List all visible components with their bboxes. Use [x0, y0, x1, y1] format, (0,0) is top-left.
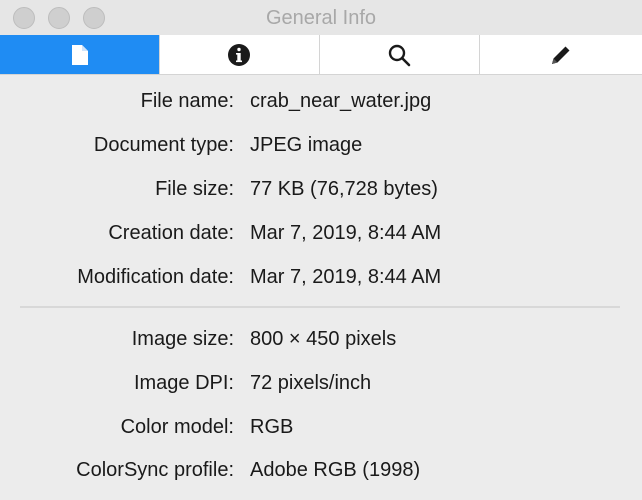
field-value: crab_near_water.jpg — [250, 90, 432, 112]
field-label: Image size: — [131, 328, 234, 350]
general-info-window: General Info File name: crab_near_water.… — [0, 0, 642, 500]
title-bar: General Info — [0, 0, 642, 35]
field-label: File name: — [140, 90, 234, 112]
field-value: RGB — [250, 416, 294, 438]
field-value: 77 KB (76,728 bytes) — [250, 178, 438, 200]
tab-more-info[interactable] — [159, 35, 318, 74]
info-row-file-name: File name: crab_near_water.jpg — [0, 86, 642, 116]
field-label: Creation date: — [108, 222, 234, 244]
field-label: Document type: — [93, 134, 234, 156]
tab-general-info[interactable] — [0, 35, 159, 74]
tab-edit[interactable] — [479, 35, 642, 74]
inspector-tab-bar — [0, 35, 642, 75]
document-icon — [71, 44, 88, 65]
field-value: Mar 7, 2019, 8:44 AM — [250, 222, 442, 244]
field-label: Modification date: — [77, 266, 234, 288]
info-icon — [228, 43, 250, 66]
field-value: Mar 7, 2019, 8:44 AM — [250, 266, 442, 288]
pencil-icon — [552, 46, 570, 64]
info-row-colorsync-profile: ColorSync profile: Adobe RGB (1998) — [0, 455, 642, 485]
field-label: ColorSync profile: — [76, 459, 234, 481]
info-row-file-size: File size: 77 KB (76,728 bytes) — [0, 174, 642, 204]
info-row-image-dpi: Image DPI: 72 pixels/inch — [0, 368, 642, 398]
field-value: 800 × 450 pixels — [250, 328, 397, 350]
window-title: General Info — [265, 7, 377, 29]
field-label: Color model: — [120, 416, 234, 438]
info-row-color-model: Color model: RGB — [0, 412, 642, 442]
info-row-image-size: Image size: 800 × 450 pixels — [0, 324, 642, 354]
field-value: 72 pixels/inch — [250, 372, 372, 394]
section-divider — [20, 306, 620, 308]
search-icon — [388, 44, 411, 66]
field-value: JPEG image — [250, 134, 363, 156]
field-label: File size: — [155, 178, 234, 200]
field-value: Adobe RGB (1998) — [250, 459, 421, 481]
tab-search[interactable] — [319, 35, 478, 74]
field-label: Image DPI: — [133, 372, 234, 394]
info-row-modification-date: Modification date: Mar 7, 2019, 8:44 AM — [0, 262, 642, 292]
info-row-document-type: Document type: JPEG image — [0, 130, 642, 160]
info-row-creation-date: Creation date: Mar 7, 2019, 8:44 AM — [0, 218, 642, 248]
